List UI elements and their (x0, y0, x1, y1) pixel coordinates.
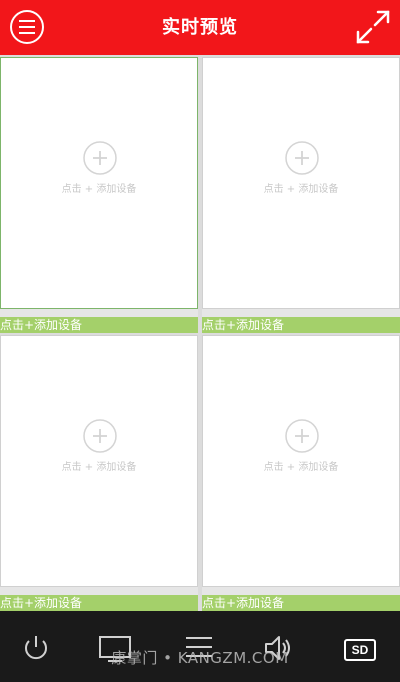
video-cell-3[interactable]: 点击 + 添加设备 点击+添加设备 (0, 335, 198, 611)
video-cell-2[interactable]: 点击 + 添加设备 点击+添加设备 (202, 57, 400, 333)
bottom-toolbar: SD 康掌门 • KANGZM.COM (0, 611, 400, 682)
add-device-hint: 点击 + 添加设备 (61, 462, 137, 473)
cell-divider (202, 587, 400, 595)
add-device-icon[interactable] (83, 141, 117, 175)
cell-label: 点击+添加设备 (0, 595, 198, 611)
fullscreen-icon[interactable] (354, 8, 392, 46)
watermark-text: 康掌门 • KANGZM.COM (111, 649, 289, 667)
page-title: 实时预览 (162, 17, 238, 38)
video-cell-1[interactable]: 点击 + 添加设备 点击+添加设备 (0, 57, 198, 333)
cell-divider (202, 309, 400, 317)
add-device-hint: 点击 + 添加设备 (61, 184, 137, 195)
cell-label: 点击+添加设备 (202, 317, 400, 333)
cell-label: 点击+添加设备 (202, 595, 400, 611)
video-cell-4[interactable]: 点击 + 添加设备 点击+添加设备 (202, 335, 400, 611)
add-device-hint: 点击 + 添加设备 (263, 462, 339, 473)
add-device-icon[interactable] (285, 141, 319, 175)
preview-grid: 点击 + 添加设备 点击+添加设备 点击 + 添加设备 点击+添加设备 点击 +… (0, 55, 400, 611)
add-device-hint: 点击 + 添加设备 (263, 184, 339, 195)
add-device-icon[interactable] (83, 419, 117, 453)
cell-label: 点击+添加设备 (0, 317, 198, 333)
add-device-icon[interactable] (285, 419, 319, 453)
cell-divider (0, 309, 198, 317)
app-header: 实时预览 (0, 0, 400, 55)
cell-divider (0, 587, 198, 595)
